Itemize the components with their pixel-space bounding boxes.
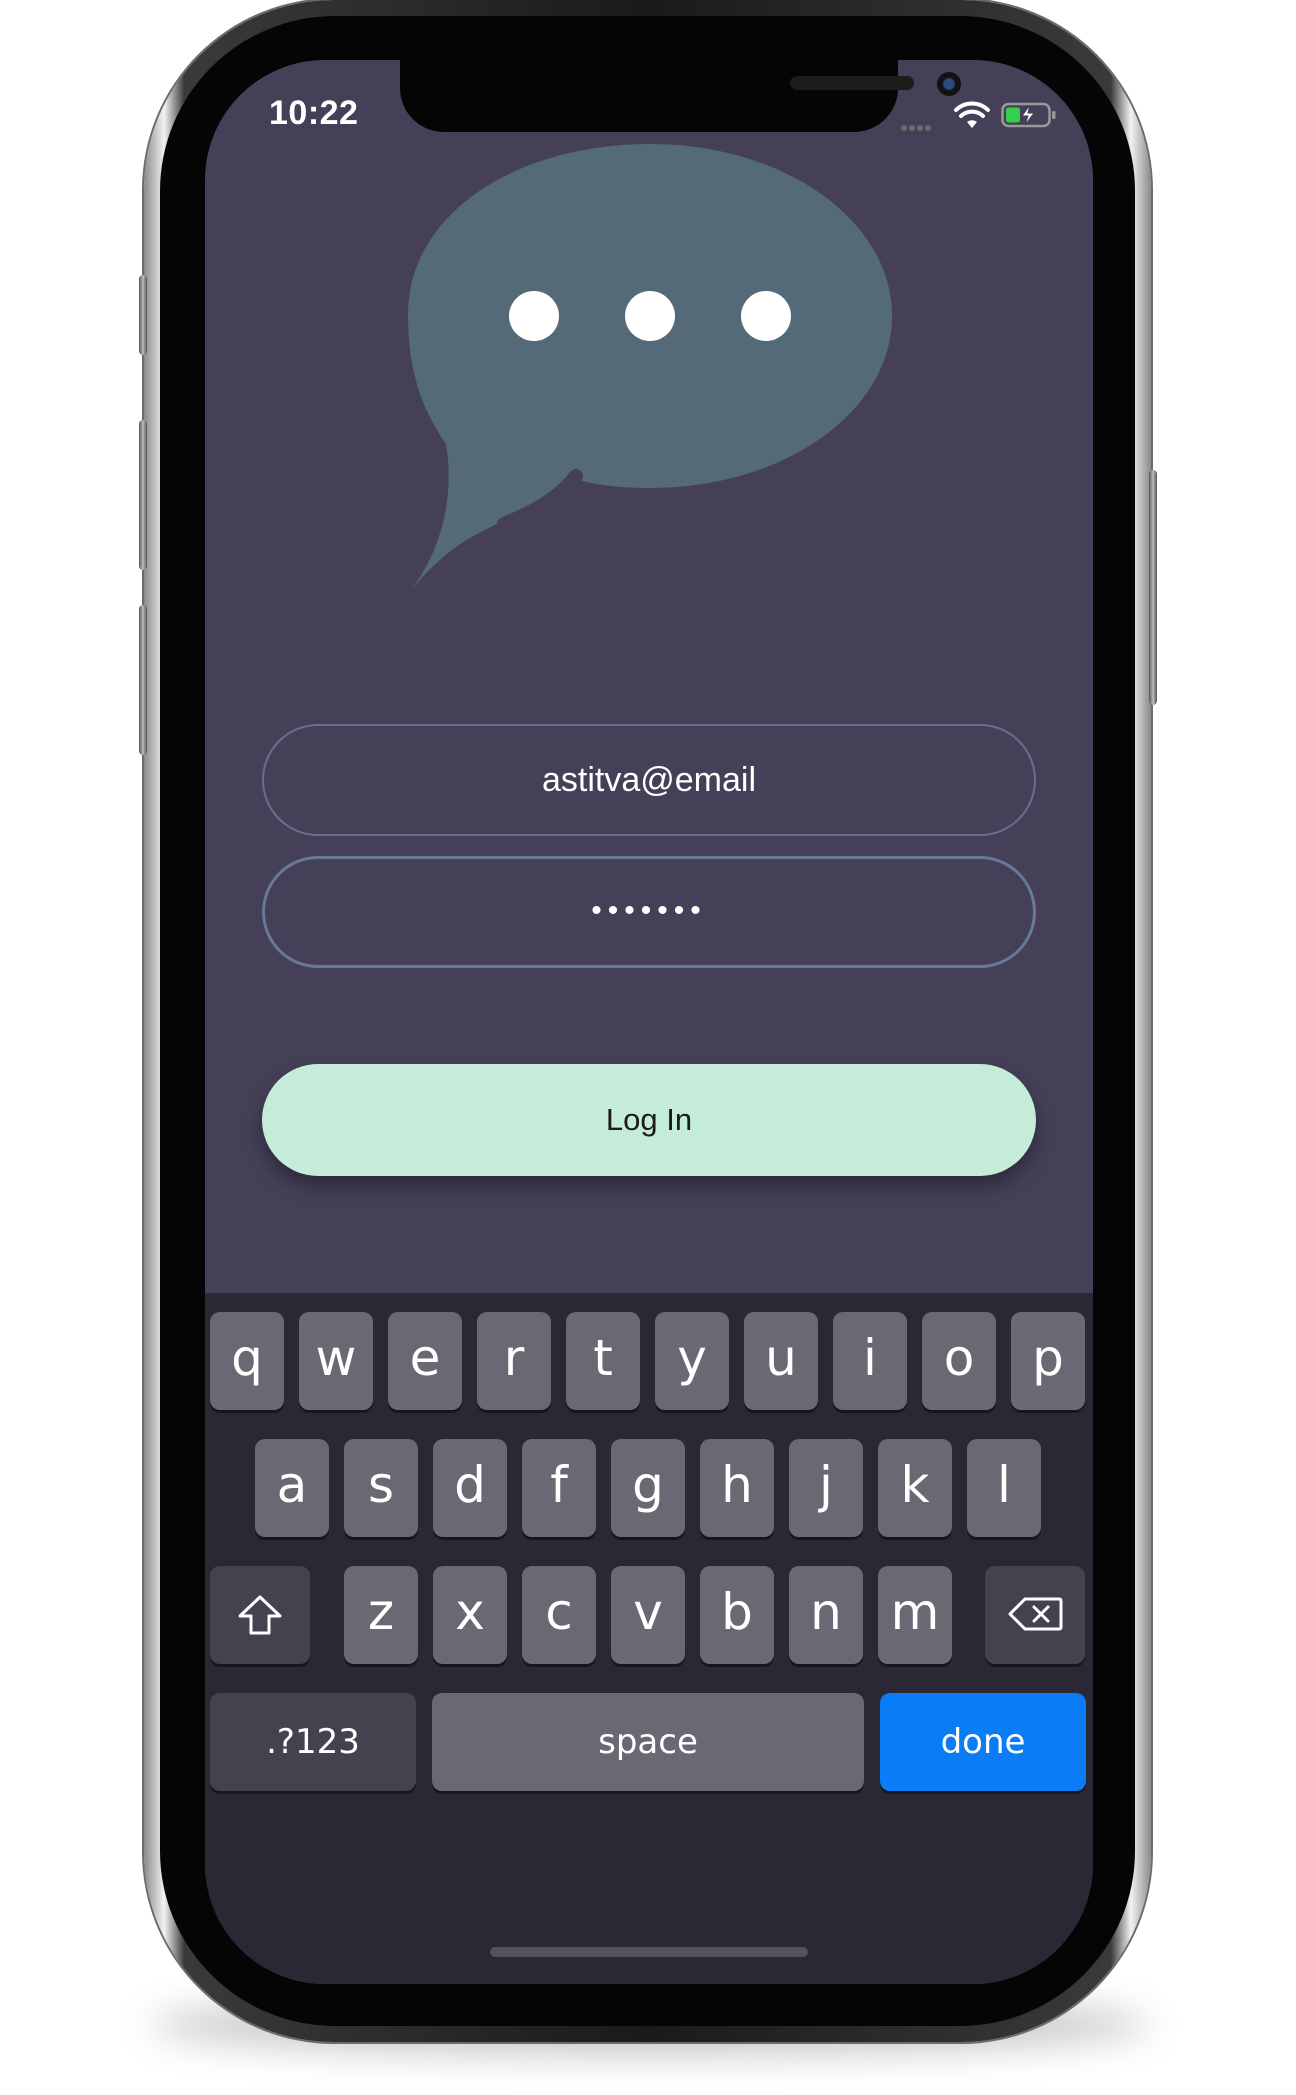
key-u[interactable]: u (744, 1312, 818, 1410)
shift-key[interactable] (210, 1566, 310, 1664)
password-field[interactable]: ••••••• (262, 856, 1036, 968)
power-button (1149, 470, 1157, 705)
key-n[interactable]: n (789, 1566, 863, 1664)
notch (400, 60, 961, 132)
key-i[interactable]: i (833, 1312, 907, 1410)
shift-icon (238, 1595, 282, 1635)
key-q[interactable]: q (210, 1312, 284, 1410)
on-screen-keyboard: q w e r t y u i o p a s d f g h j k l z … (205, 1293, 1093, 1984)
done-key[interactable]: done (880, 1693, 1086, 1791)
key-g[interactable]: g (611, 1439, 685, 1537)
email-field[interactable]: astitva@email (262, 724, 1036, 836)
cellular-signal-icon (901, 118, 945, 131)
login-button[interactable]: Log In (262, 1064, 1036, 1176)
key-r[interactable]: r (477, 1312, 551, 1410)
key-f[interactable]: f (522, 1439, 596, 1537)
key-c[interactable]: c (522, 1566, 596, 1664)
key-j[interactable]: j (789, 1439, 863, 1537)
speaker-grille (790, 76, 914, 90)
key-v[interactable]: v (611, 1566, 685, 1664)
volume-down-button (139, 605, 147, 755)
key-x[interactable]: x (433, 1566, 507, 1664)
wifi-icon (954, 101, 990, 128)
key-a[interactable]: a (255, 1439, 329, 1537)
key-w[interactable]: w (299, 1312, 373, 1410)
key-m[interactable]: m (878, 1566, 952, 1664)
key-d[interactable]: d (433, 1439, 507, 1537)
chat-bubble-ellipsis-icon (408, 144, 892, 594)
key-l[interactable]: l (967, 1439, 1041, 1537)
key-s[interactable]: s (344, 1439, 418, 1537)
key-o[interactable]: o (922, 1312, 996, 1410)
camera-icon (937, 72, 961, 96)
space-key[interactable]: space (432, 1693, 864, 1791)
key-k[interactable]: k (878, 1439, 952, 1537)
status-time: 10:22 (269, 94, 359, 132)
key-z[interactable]: z (344, 1566, 418, 1664)
battery-charging-icon (1001, 102, 1056, 128)
key-y[interactable]: y (655, 1312, 729, 1410)
key-t[interactable]: t (566, 1312, 640, 1410)
backspace-icon (1008, 1597, 1063, 1631)
home-indicator[interactable] (490, 1947, 808, 1957)
volume-up-button (139, 420, 147, 570)
key-h[interactable]: h (700, 1439, 774, 1537)
numbers-key[interactable]: .?123 (210, 1693, 416, 1791)
phone-screen: 10:22 astitva@email ••••••• Log In q w e… (205, 60, 1093, 1984)
delete-key[interactable] (985, 1566, 1085, 1664)
mute-switch (139, 275, 147, 355)
key-e[interactable]: e (388, 1312, 462, 1410)
key-b[interactable]: b (700, 1566, 774, 1664)
key-p[interactable]: p (1011, 1312, 1085, 1410)
